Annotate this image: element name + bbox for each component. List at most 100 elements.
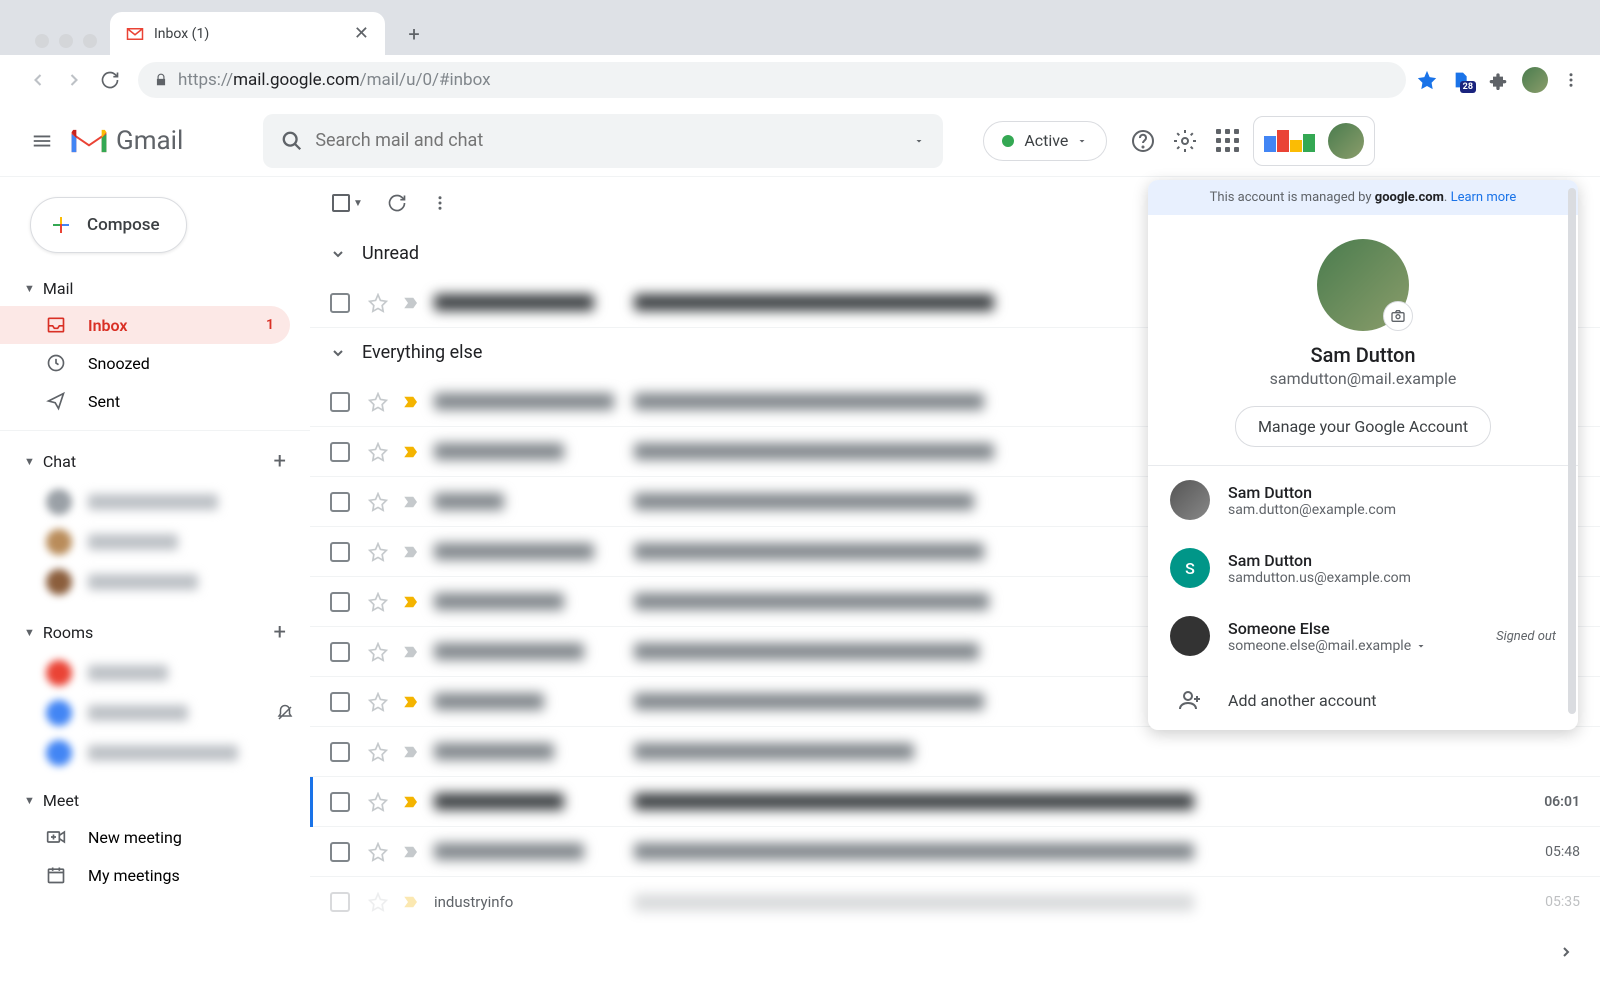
important-icon[interactable] — [402, 543, 420, 561]
room-item[interactable] — [0, 693, 310, 733]
row-checkbox[interactable] — [330, 542, 350, 562]
refresh-button[interactable] — [387, 193, 407, 213]
back-button[interactable] — [20, 62, 56, 98]
add-room-button[interactable]: + — [274, 620, 286, 645]
bookmark-star-icon[interactable] — [1416, 69, 1438, 91]
forward-button[interactable] — [56, 62, 92, 98]
apps-button[interactable] — [1215, 129, 1239, 153]
row-checkbox[interactable] — [330, 692, 350, 712]
email-row[interactable]: 05:48 — [310, 827, 1600, 877]
star-icon[interactable] — [368, 592, 388, 612]
address-bar[interactable]: https://mail.google.com/mail/u/0/#inbox — [138, 62, 1406, 98]
row-checkbox[interactable] — [330, 492, 350, 512]
star-icon[interactable] — [368, 642, 388, 662]
row-checkbox[interactable] — [330, 592, 350, 612]
add-account-button[interactable]: Add another account — [1148, 670, 1578, 730]
section-chat[interactable]: ▼ Chat + — [0, 441, 310, 482]
new-tab-button[interactable]: + — [399, 19, 429, 49]
extensions-icon[interactable] — [1488, 70, 1508, 90]
row-checkbox[interactable] — [330, 392, 350, 412]
account-row[interactable]: S Sam Dutton samdutton.us@example.com — [1148, 534, 1578, 602]
section-rooms[interactable]: ▼ Rooms + — [0, 612, 310, 653]
email-row[interactable]: industryinfo05:35 — [310, 877, 1600, 927]
star-icon[interactable] — [368, 742, 388, 762]
add-chat-button[interactable]: + — [274, 449, 286, 474]
chat-contact[interactable] — [0, 482, 310, 522]
account-row[interactable]: Someone Else someone.else@mail.example S… — [1148, 602, 1578, 670]
gmail-favicon-icon — [126, 27, 144, 41]
account-row[interactable]: Sam Dutton sam.dutton@example.com — [1148, 466, 1578, 534]
close-dot[interactable] — [35, 34, 49, 48]
chat-contact[interactable] — [0, 562, 310, 602]
important-icon[interactable] — [402, 893, 420, 911]
row-checkbox[interactable] — [330, 792, 350, 812]
tab-close-icon[interactable]: ✕ — [354, 23, 369, 44]
search-box[interactable] — [263, 114, 943, 168]
manage-account-button[interactable]: Manage your Google Account — [1235, 406, 1491, 447]
row-checkbox[interactable] — [330, 293, 350, 313]
email-row[interactable] — [310, 727, 1600, 777]
signed-out-label: Signed out — [1496, 629, 1556, 644]
more-button[interactable] — [431, 194, 449, 212]
support-button[interactable] — [1131, 129, 1155, 153]
maximize-dot[interactable] — [83, 34, 97, 48]
sidebar-item-new-meeting[interactable]: New meeting — [0, 818, 290, 856]
row-checkbox[interactable] — [330, 642, 350, 662]
sidebar-item-sent[interactable]: Sent — [0, 382, 290, 420]
sidebar-item-inbox[interactable]: Inbox 1 — [0, 306, 290, 344]
side-panel-toggle[interactable] — [1550, 936, 1582, 968]
compose-button[interactable]: Compose — [30, 197, 187, 253]
email-row[interactable]: 06:01 — [310, 777, 1600, 827]
important-icon[interactable] — [402, 843, 420, 861]
settings-button[interactable] — [1173, 129, 1197, 153]
important-icon[interactable] — [402, 743, 420, 761]
room-item[interactable] — [0, 733, 310, 773]
browser-tab[interactable]: Inbox (1) ✕ — [110, 12, 385, 55]
selected-indicator — [310, 777, 313, 827]
important-icon[interactable] — [402, 693, 420, 711]
change-photo-button[interactable] — [1383, 301, 1413, 331]
search-input[interactable] — [315, 130, 913, 151]
star-icon[interactable] — [368, 492, 388, 512]
important-icon[interactable] — [402, 443, 420, 461]
search-options-icon[interactable] — [913, 135, 925, 147]
star-icon[interactable] — [368, 392, 388, 412]
sidebar-item-my-meetings[interactable]: My meetings — [0, 856, 290, 894]
learn-more-link[interactable]: Learn more — [1451, 190, 1517, 205]
room-item[interactable] — [0, 653, 310, 693]
section-mail[interactable]: ▼ Mail — [0, 271, 310, 306]
sent-icon — [46, 391, 68, 411]
sidebar-item-snoozed[interactable]: Snoozed — [0, 344, 290, 382]
row-checkbox[interactable] — [330, 892, 350, 912]
chat-contact[interactable] — [0, 522, 310, 562]
star-icon[interactable] — [368, 892, 388, 912]
gmail-logo[interactable]: Gmail — [70, 126, 183, 156]
important-icon[interactable] — [402, 643, 420, 661]
reload-button[interactable] — [92, 62, 128, 98]
star-icon[interactable] — [368, 542, 388, 562]
important-icon[interactable] — [402, 593, 420, 611]
account-avatar[interactable] — [1328, 123, 1364, 159]
caret-icon: ▼ — [24, 794, 35, 807]
star-icon[interactable] — [368, 842, 388, 862]
extension-badge[interactable]: 28 — [1452, 69, 1474, 91]
main-menu-button[interactable] — [20, 119, 64, 163]
status-chip[interactable]: Active — [983, 121, 1107, 161]
important-icon[interactable] — [402, 793, 420, 811]
section-meet[interactable]: ▼ Meet — [0, 783, 310, 818]
star-icon[interactable] — [368, 792, 388, 812]
important-icon[interactable] — [402, 294, 420, 312]
row-checkbox[interactable] — [330, 842, 350, 862]
select-all-checkbox[interactable]: ▼ — [332, 194, 363, 212]
profile-avatar[interactable] — [1522, 67, 1548, 93]
popup-scrollbar[interactable] — [1568, 188, 1576, 714]
star-icon[interactable] — [368, 692, 388, 712]
star-icon[interactable] — [368, 442, 388, 462]
row-checkbox[interactable] — [330, 742, 350, 762]
browser-menu-icon[interactable] — [1562, 71, 1580, 89]
row-checkbox[interactable] — [330, 442, 350, 462]
minimize-dot[interactable] — [59, 34, 73, 48]
important-icon[interactable] — [402, 493, 420, 511]
star-icon[interactable] — [368, 293, 388, 313]
important-icon[interactable] — [402, 393, 420, 411]
